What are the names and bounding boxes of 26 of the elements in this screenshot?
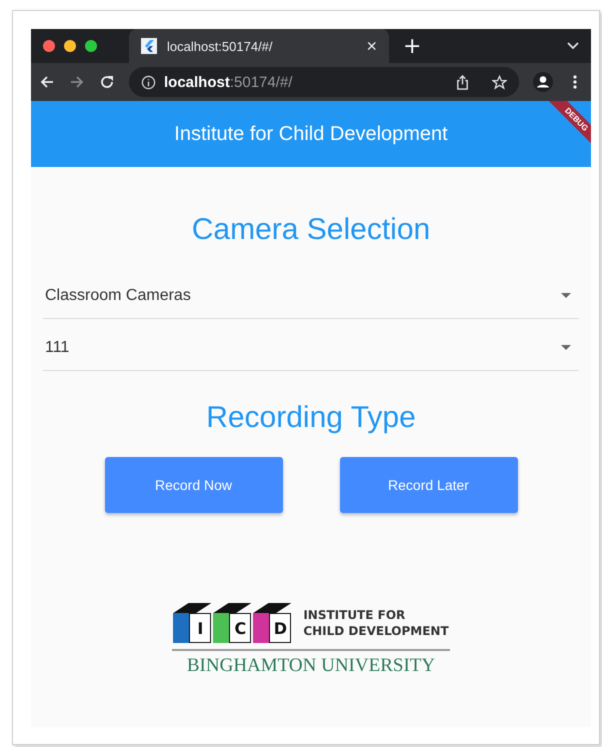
forward-arrow-icon[interactable] [69, 74, 85, 90]
app-favicon-icon [141, 38, 157, 54]
section-heading: Camera Selection [192, 213, 430, 247]
section-heading: Recording Type [206, 401, 416, 435]
maximize-window-icon[interactable] [85, 40, 97, 52]
dropdown-caret-icon [561, 293, 571, 298]
browser-tab[interactable]: localhost:50174/#/ × [129, 29, 389, 63]
reload-icon[interactable] [99, 74, 115, 90]
minimize-window-icon[interactable] [64, 40, 76, 52]
back-arrow-icon[interactable] [39, 74, 55, 90]
star-icon[interactable] [492, 74, 507, 90]
address-bar[interactable]: localhost:50174/#/ [129, 67, 519, 97]
dropdown-caret-icon [561, 345, 571, 350]
share-icon[interactable] [455, 74, 470, 90]
logo-text: CHILD DEVELOPMENT [303, 623, 449, 639]
chevron-down-icon[interactable] [567, 42, 579, 50]
close-window-icon[interactable] [43, 40, 55, 52]
app-title: Institute for Child Development [174, 122, 448, 146]
new-tab-button[interactable]: + [403, 34, 422, 58]
dropdown-field[interactable]: 111 [43, 325, 579, 371]
profile-icon[interactable] [533, 72, 553, 92]
dropdown-field[interactable]: Classroom Cameras [43, 273, 579, 319]
close-tab-button[interactable]: × [366, 36, 377, 56]
logo-text: INSTITUTE FOR [303, 607, 406, 623]
university-name: BINGHAMTON UNIVERSITY [186, 655, 436, 677]
info-icon[interactable] [141, 74, 156, 90]
